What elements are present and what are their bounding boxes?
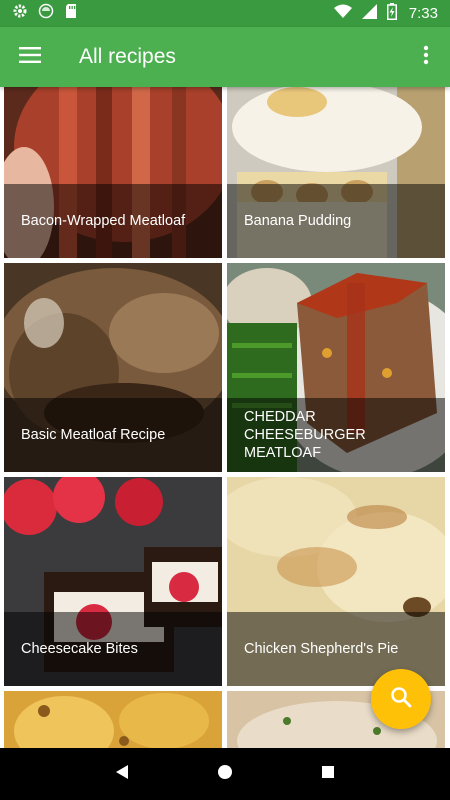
recipe-card-cheddar-cheeseburger-meatloaf[interactable]: CHEDDAR CHEESEBURGER MEATLOAF [227,263,445,472]
recipe-title: Banana Pudding [227,184,445,258]
recipe-card-banana-pudding[interactable]: Banana Pudding [227,87,445,258]
status-time: 7:33 [408,5,438,22]
status-left-icons [12,3,78,24]
more-vert-icon [423,45,429,70]
system-nav-bar [0,748,450,800]
wifi-icon [333,4,352,23]
recipe-title: Cheesecake Bites [4,612,222,686]
circle-icon [38,3,54,24]
status-right-icons: 7:33 [333,2,438,25]
overflow-menu-button[interactable] [402,27,450,87]
menu-button[interactable] [0,27,60,87]
recents-icon [321,765,335,784]
sd-card-icon [64,3,78,24]
recipe-title: CHEDDAR CHEESEBURGER MEATLOAF [227,398,445,472]
back-button[interactable] [102,754,142,794]
gear-icon [12,3,28,24]
recipe-title: Bacon-Wrapped Meatloaf [4,184,222,258]
recipe-card-chicken-shepherds-pie[interactable]: Chicken Shepherd's Pie [227,477,445,686]
recipe-title: Basic Meatloaf Recipe [4,398,222,472]
page-title: All recipes [79,45,176,68]
recipe-image [4,691,222,748]
recipe-card-basic-meatloaf[interactable]: Basic Meatloaf Recipe [4,263,222,472]
signal-icon [361,3,377,24]
app-bar: All recipes [0,27,450,87]
search-button[interactable] [371,669,431,729]
home-button[interactable] [205,754,245,794]
recents-button[interactable] [308,754,348,794]
recipe-card-bacon-wrapped-meatloaf[interactable]: Bacon-Wrapped Meatloaf [4,87,222,258]
recipe-card[interactable] [4,691,222,748]
back-icon [115,764,129,785]
search-icon [390,686,412,713]
battery-charging-icon [386,2,397,25]
home-icon [217,764,233,785]
hamburger-menu-icon [19,46,41,68]
status-bar: 7:33 [0,0,450,27]
recipe-card-cheesecake-bites[interactable]: Cheesecake Bites [4,477,222,686]
recipe-grid: Bacon-Wrapped Meatloaf Banana Pudding Ba… [0,87,450,748]
